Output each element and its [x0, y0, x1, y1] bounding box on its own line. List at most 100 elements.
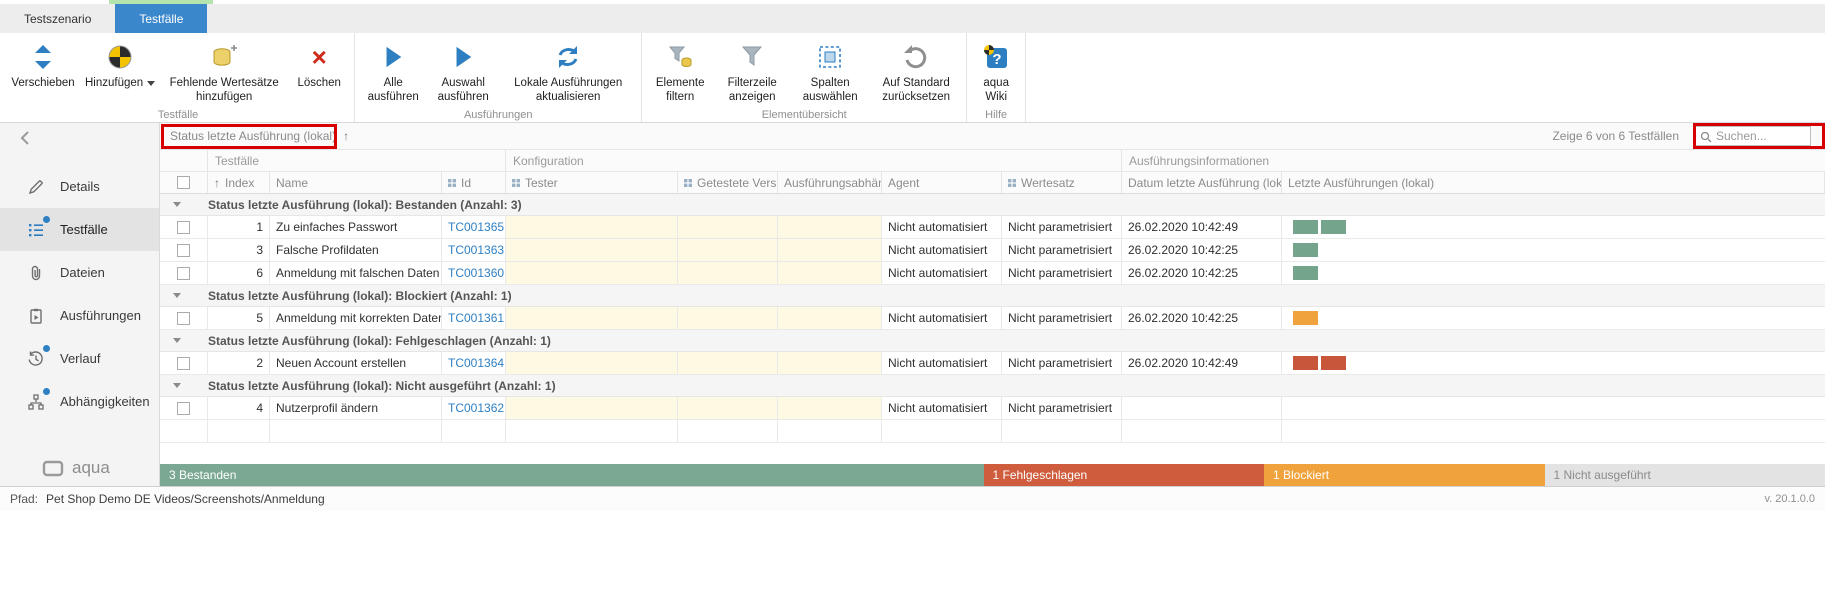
cell-getestete-version[interactable] [678, 307, 778, 329]
testcase-id-link[interactable]: TC001361 [448, 311, 504, 325]
row-checkbox[interactable] [177, 312, 190, 325]
collapse-triangle-icon[interactable] [160, 202, 208, 207]
band-ausfuehrungsinformationen[interactable]: Ausführungsinformationen [1122, 150, 1825, 171]
notification-dot [43, 345, 50, 352]
table-row[interactable]: 3 Falsche Profildaten TC001363 Nicht aut… [160, 239, 1825, 262]
row-checkbox[interactable] [177, 357, 190, 370]
column-header-index[interactable]: ↑Index [208, 172, 270, 193]
table-row[interactable]: 1 Zu einfaches Passwort TC001365 Nicht a… [160, 216, 1825, 239]
cell-tester[interactable] [506, 262, 678, 284]
verschieben-button[interactable]: Verschieben [8, 37, 78, 93]
column-header-datum-letzte-ausfuehrung[interactable]: Datum letzte Ausführung (lokal) [1122, 172, 1282, 193]
column-header-id[interactable]: Id [442, 172, 506, 193]
column-header-ausfuehrungsabhaengigkeiten[interactable]: Ausführungsabhäng [778, 172, 882, 193]
aqua-wiki-button[interactable]: ? aqua Wiki [973, 37, 1019, 106]
sidebar-item-ausfuehrungen[interactable]: Ausführungen [0, 294, 159, 337]
column-header-letzte-ausfuehrungen[interactable]: Letzte Ausführungen (lokal) [1282, 172, 1825, 193]
cell-index: 5 [208, 307, 270, 329]
cell-getestete-version[interactable] [678, 216, 778, 238]
lokale-ausfuehrungen-aktualisieren-button[interactable]: Lokale Ausführungen aktualisieren [501, 37, 635, 106]
sidebar-item-verlauf[interactable]: Verlauf [0, 337, 159, 380]
column-header-wertesatz[interactable]: Wertesatz [1002, 172, 1122, 193]
group-by-header[interactable]: Status letzte Ausführung (lokal) ↑ [170, 129, 349, 143]
table-row[interactable]: 2 Neuen Account erstellen TC001364 Nicht… [160, 352, 1825, 375]
cell-tester[interactable] [506, 239, 678, 261]
column-label: Agent [888, 176, 919, 190]
filterzeile-anzeigen-button[interactable]: Filterzeile anzeigen [716, 37, 788, 106]
tab-testfaelle[interactable]: Testfälle [115, 4, 207, 33]
auswahl-ausfuehren-button[interactable]: Auswahl ausführen [429, 37, 497, 106]
group-row-bestanden[interactable]: Status letzte Ausführung (lokal): Bestan… [160, 194, 1825, 216]
cell-getestete-version[interactable] [678, 239, 778, 261]
testcase-id-link[interactable]: TC001365 [448, 220, 504, 234]
sidebar-item-label: Verlauf [60, 351, 100, 366]
testcase-id-link[interactable]: TC001364 [448, 356, 504, 370]
cell-name: Zu einfaches Passwort [270, 216, 442, 238]
empty-cell [678, 420, 778, 442]
cell-name: Falsche Profildaten [270, 239, 442, 261]
sidebar-item-abhaengigkeiten[interactable]: Abhängigkeiten [0, 380, 159, 423]
group-row-nicht-ausgefuehrt[interactable]: Status letzte Ausführung (lokal): Nicht … [160, 375, 1825, 397]
collapse-triangle-icon[interactable] [160, 293, 208, 298]
cell-getestete-version[interactable] [678, 352, 778, 374]
cell-wertesatz: Nicht parametrisiert [1002, 262, 1122, 284]
dependencies-icon [26, 392, 46, 412]
row-checkbox[interactable] [177, 267, 190, 280]
search-input[interactable] [1695, 126, 1811, 146]
cell-getestete-version[interactable] [678, 397, 778, 419]
column-label: Wertesatz [1021, 176, 1075, 190]
cell-ausfuehrungsabhaengigkeiten[interactable] [778, 397, 882, 419]
column-header-agent[interactable]: Agent [882, 172, 1002, 193]
cell-ausfuehrungsabhaengigkeiten[interactable] [778, 216, 882, 238]
table-row[interactable]: 6 Anmeldung mit falschen Daten TC001360 … [160, 262, 1825, 285]
testcase-id-link[interactable]: TC001363 [448, 243, 504, 257]
sidebar-collapse-button[interactable] [0, 123, 159, 153]
cell-tester[interactable] [506, 397, 678, 419]
row-checkbox[interactable] [177, 402, 190, 415]
alle-ausfuehren-button[interactable]: Alle ausführen [361, 37, 425, 106]
cell-getestete-version[interactable] [678, 262, 778, 284]
cell-ausfuehrungsabhaengigkeiten[interactable] [778, 352, 882, 374]
cell-ausfuehrungsabhaengigkeiten[interactable] [778, 307, 882, 329]
select-all-checkbox[interactable] [177, 176, 190, 189]
column-header-getestete-version[interactable]: Getestete Version [678, 172, 778, 193]
collapse-triangle-icon[interactable] [160, 338, 208, 343]
dropdown-caret-icon [147, 81, 155, 86]
row-checkbox[interactable] [177, 244, 190, 257]
table-row[interactable]: 5 Anmeldung mit korrekten Daten TC001361… [160, 307, 1825, 330]
cell-ausfuehrungsabhaengigkeiten[interactable] [778, 262, 882, 284]
chevron-left-icon [20, 131, 30, 145]
empty-cell [160, 420, 208, 442]
summary-segment-fehlgeschlagen: 1 Fehlgeschlagen [984, 464, 1265, 486]
auf-standard-zuruecksetzen-button[interactable]: Auf Standard zurücksetzen [872, 37, 960, 106]
group-row-fehlgeschlagen[interactable]: Status letzte Ausführung (lokal): Fehlge… [160, 330, 1825, 352]
cell-id: TC001363 [442, 239, 506, 261]
column-header-tester[interactable]: Tester [506, 172, 678, 193]
fehlende-wertesaetze-button[interactable]: Fehlende Wertesätze hinzufügen [162, 37, 286, 106]
column-header-name[interactable]: Name [270, 172, 442, 193]
ribbon-button-label: Verschieben [11, 77, 75, 91]
row-checkbox[interactable] [177, 221, 190, 234]
sidebar-item-testfaelle[interactable]: Testfälle [0, 208, 159, 251]
band-konfiguration[interactable]: Konfiguration [506, 150, 1122, 171]
collapse-triangle-icon[interactable] [160, 383, 208, 388]
sidebar-item-details[interactable]: Details [0, 165, 159, 208]
column-label: Getestete Version [697, 176, 778, 190]
group-row-blockiert[interactable]: Status letzte Ausführung (lokal): Blocki… [160, 285, 1825, 307]
band-testfaelle[interactable]: Testfälle [208, 150, 506, 171]
testcase-id-link[interactable]: TC001360 [448, 266, 504, 280]
hinzufuegen-button[interactable]: Hinzufügen [82, 37, 158, 93]
cell-id: TC001364 [442, 352, 506, 374]
cell-tester[interactable] [506, 307, 678, 329]
testcase-id-link[interactable]: TC001362 [448, 401, 504, 415]
table-row[interactable]: 4 Nutzerprofil ändern TC001362 Nicht aut… [160, 397, 1825, 420]
cell-tester[interactable] [506, 352, 678, 374]
loeschen-button[interactable]: × Löschen [290, 37, 348, 93]
sidebar-item-dateien[interactable]: Dateien [0, 251, 159, 294]
cell-ausfuehrungsabhaengigkeiten[interactable] [778, 239, 882, 261]
elemente-filtern-button[interactable]: Elemente filtern [648, 37, 712, 106]
cell-datum: 26.02.2020 10:42:25 [1122, 262, 1282, 284]
spalten-auswaehlen-button[interactable]: Spalten auswählen [792, 37, 868, 106]
cell-tester[interactable] [506, 216, 678, 238]
tab-testszenario[interactable]: Testszenario [0, 4, 115, 33]
